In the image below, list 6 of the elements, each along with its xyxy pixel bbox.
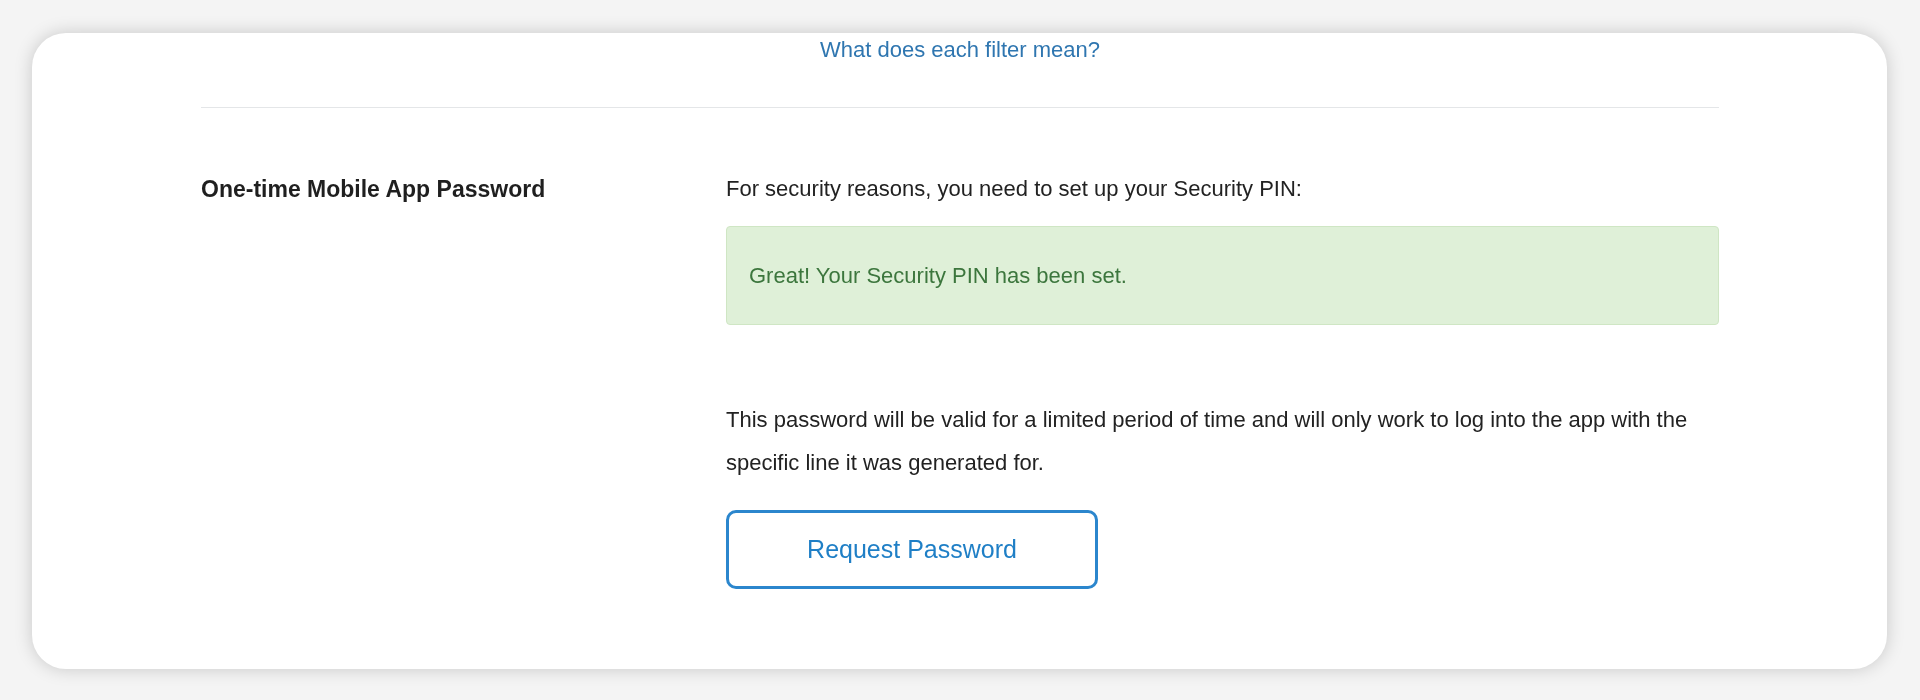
help-link[interactable]: What does each filter mean? [819,37,1100,63]
intro-text: For security reasons, you need to set up your Security PIN: [726,175,1302,203]
success-alert: Great! Your Security PIN has been set. [726,226,1719,325]
description-text: This password will be valid for a limited period of time and will only work to log into the app with the specific line it was generated for. [726,406,1689,477]
section-heading: One-time Mobile App Password [201,175,547,204]
request-password-button[interactable]: Request Password [726,510,1098,589]
